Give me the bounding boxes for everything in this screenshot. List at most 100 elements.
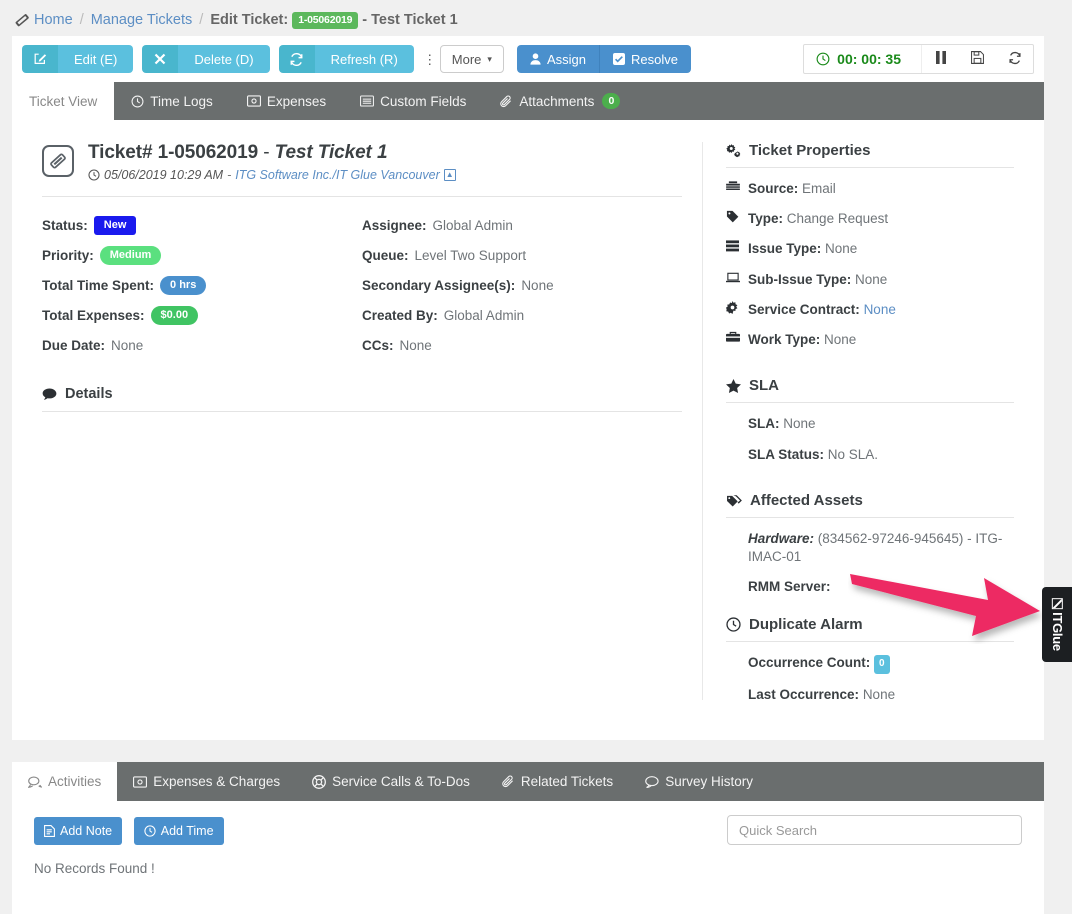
- property-type-value: Change Request: [787, 211, 888, 226]
- bottom-tabs: Activities Expenses & Charges Service Ca…: [12, 762, 1044, 801]
- property-sub-issue-type-label: Sub-Issue Type:: [748, 272, 851, 287]
- tab-expenses-label: Expenses: [267, 94, 326, 109]
- more-button[interactable]: More ▾: [440, 45, 504, 73]
- quick-search-input[interactable]: [727, 815, 1022, 845]
- add-time-label: Add Time: [161, 824, 214, 838]
- edit-button[interactable]: Edit (E): [22, 45, 133, 73]
- resolve-button[interactable]: Resolve: [599, 45, 691, 73]
- delete-button[interactable]: Delete (D): [142, 45, 269, 73]
- hardware-label: Hardware:: [748, 531, 814, 546]
- add-time-button[interactable]: Add Time: [134, 817, 224, 845]
- ticket-fields-right: Assignee: Global Admin Queue: Level Two …: [362, 210, 682, 360]
- tab-time-logs-label: Time Logs: [150, 94, 213, 109]
- money-bill-icon: [133, 776, 147, 788]
- ticket-company-link[interactable]: ITG Software Inc./IT Glue Vancouver: [235, 168, 439, 182]
- cog-icon: [726, 301, 739, 318]
- refresh-button[interactable]: Refresh (R): [279, 45, 414, 73]
- itglue-side-tab[interactable]: ITGlue: [1042, 587, 1072, 662]
- last-occurrence-value: None: [863, 687, 895, 702]
- ticket-icon: [14, 12, 30, 32]
- timer-display: 00: 00: 35: [804, 45, 922, 73]
- field-created-by-value: Global Admin: [444, 308, 524, 323]
- ticket-header: Ticket# 1-05062019 - Test Ticket 1 05/06…: [42, 142, 682, 182]
- ticket-header-divider: [42, 196, 682, 197]
- property-sub-issue-type-value: None: [855, 272, 887, 287]
- tab-expenses[interactable]: Expenses: [230, 82, 343, 120]
- details-section-header: Details: [42, 386, 682, 402]
- field-secondary-assignees-label: Secondary Assignee(s):: [362, 278, 515, 293]
- tab-survey-history[interactable]: Survey History: [629, 762, 769, 801]
- tab-time-logs[interactable]: Time Logs: [114, 82, 230, 120]
- sla-status-value: No SLA.: [828, 447, 878, 462]
- delete-button-label: Delete (D): [178, 45, 269, 73]
- property-issue-type-value: None: [825, 241, 857, 256]
- field-queue-label: Queue:: [362, 248, 409, 263]
- ticket-properties-title: Ticket Properties: [749, 142, 870, 159]
- property-service-contract: Service Contract: None: [726, 295, 1014, 325]
- sla-status-row: SLA Status: No SLA.: [726, 440, 1014, 470]
- tab-activities[interactable]: Activities: [12, 762, 117, 801]
- toolbar-drag-handle[interactable]: ⋮: [423, 53, 437, 66]
- app-page: Home / Manage Tickets / Edit Ticket: 1-0…: [0, 0, 1072, 914]
- add-note-button[interactable]: Add Note: [34, 817, 122, 845]
- property-service-contract-value[interactable]: None: [864, 302, 896, 317]
- money-bill-icon: [247, 95, 261, 107]
- list-icon: [360, 95, 374, 107]
- tags-icon: [726, 494, 742, 507]
- timer-pause-button[interactable]: [922, 45, 959, 73]
- resolve-button-label: Resolve: [631, 52, 678, 67]
- last-occurrence-label: Last Occurrence:: [748, 687, 859, 702]
- last-occurrence-row: Last Occurrence: None: [726, 680, 1014, 710]
- star-icon: [726, 379, 741, 393]
- add-note-label: Add Note: [60, 824, 112, 838]
- property-issue-type-label: Issue Type:: [748, 241, 821, 256]
- chevron-down-icon: ▾: [487, 54, 492, 65]
- tab-attachments-label: Attachments: [519, 94, 594, 109]
- breadcrumb-ticket-name: - Test Ticket 1: [362, 12, 457, 28]
- tab-ticket-view[interactable]: Ticket View: [12, 82, 114, 120]
- clock-icon: [88, 169, 100, 181]
- action-toolbar: Edit (E) Delete (D) Refresh (R) ⋮ More ▾: [12, 36, 1044, 82]
- property-source-value: Email: [802, 181, 836, 196]
- total-time-badge: 0 hrs: [160, 276, 206, 295]
- timer-reset-button[interactable]: [996, 45, 1033, 73]
- field-total-expenses-label: Total Expenses:: [42, 308, 145, 323]
- tab-service-calls[interactable]: Service Calls & To-Dos: [296, 762, 486, 801]
- field-priority-label: Priority:: [42, 248, 94, 263]
- tab-service-calls-label: Service Calls & To-Dos: [332, 774, 470, 789]
- pencil-square-icon: [22, 45, 58, 73]
- duplicate-alarm-title: Duplicate Alarm: [749, 616, 863, 633]
- tab-expenses-charges-label: Expenses & Charges: [153, 774, 280, 789]
- timer-save-button[interactable]: [959, 45, 996, 73]
- tab-attachments[interactable]: Attachments 0: [483, 82, 637, 120]
- tab-ticket-view-label: Ticket View: [29, 94, 97, 109]
- breadcrumb-manage-tickets[interactable]: Manage Tickets: [91, 12, 193, 28]
- field-total-time-spent: Total Time Spent: 0 hrs: [42, 270, 362, 300]
- user-icon: [530, 53, 541, 65]
- occurrence-count-badge: 0: [874, 655, 890, 674]
- clock-icon: [131, 95, 144, 108]
- field-ccs-label: CCs:: [362, 338, 394, 353]
- ticket-title-dash: -: [263, 142, 269, 163]
- tab-related-tickets[interactable]: Related Tickets: [486, 762, 629, 801]
- duplicate-alarm-divider: [726, 641, 1014, 642]
- pause-icon: [935, 51, 947, 67]
- floppy-save-icon: [971, 51, 984, 67]
- activities-body: Add Note Add Time No Records Found !: [12, 801, 1044, 914]
- tab-custom-fields[interactable]: Custom Fields: [343, 82, 483, 120]
- comment-icon: [42, 388, 57, 401]
- tab-expenses-charges[interactable]: Expenses & Charges: [117, 762, 296, 801]
- property-work-type-value: None: [824, 332, 856, 347]
- clock-icon: [726, 617, 741, 632]
- ticket-properties-header: Ticket Properties: [726, 142, 1014, 159]
- timer-widget: 00: 00: 35: [803, 44, 1034, 74]
- breadcrumb-home[interactable]: Home: [34, 12, 73, 28]
- clock-icon: [144, 825, 156, 837]
- assign-button[interactable]: Assign: [517, 45, 599, 73]
- tab-custom-fields-label: Custom Fields: [380, 94, 466, 109]
- property-service-contract-label: Service Contract:: [748, 302, 860, 317]
- field-assignee-label: Assignee:: [362, 218, 427, 233]
- contact-card-icon[interactable]: ▲: [444, 169, 456, 181]
- edit-button-label: Edit (E): [58, 45, 133, 73]
- affected-assets-rmm-server: RMM Server:: [726, 572, 1014, 602]
